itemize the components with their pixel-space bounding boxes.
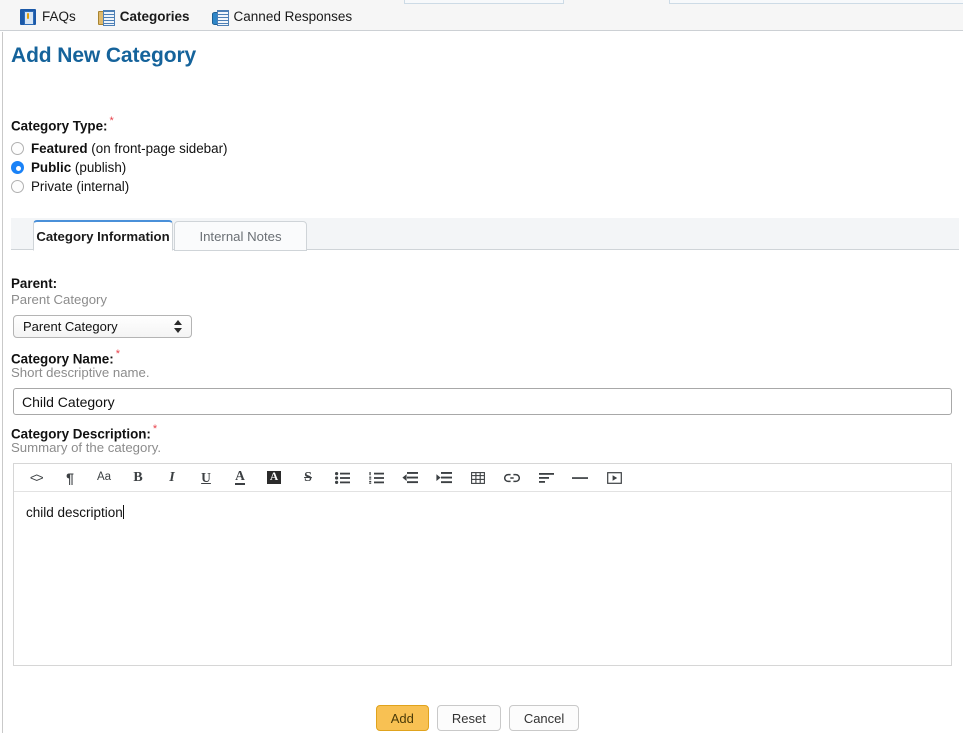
canned-responses-icon — [212, 9, 228, 25]
main-navigation: FAQs Categories Canned Responses — [0, 4, 963, 31]
font-color-icon[interactable]: A — [229, 467, 251, 489]
tab-category-information[interactable]: Category Information — [33, 220, 173, 251]
radio-public-rest: (publish) — [71, 160, 126, 175]
horizontal-rule-icon[interactable] — [569, 467, 591, 489]
ordered-list-icon[interactable] — [365, 467, 387, 489]
parent-select-wrapper: Parent Category — [13, 315, 192, 338]
radio-public-strong: Public — [31, 160, 71, 175]
link-icon[interactable] — [501, 467, 523, 489]
parent-field-label: Parent: — [11, 275, 57, 293]
font-size-icon[interactable]: Aa — [93, 467, 115, 489]
outdent-icon[interactable] — [399, 467, 421, 489]
rich-text-editor: <> ¶ Aa B I U A A S — [13, 463, 952, 666]
radio-option-public[interactable]: Public (publish) — [11, 158, 228, 177]
radio-option-private[interactable]: Private (internal) — [11, 177, 228, 196]
category-description-required-mark: * — [153, 423, 157, 435]
editor-content-text: child description — [26, 505, 123, 520]
nav-item-canned-responses-label: Canned Responses — [234, 10, 353, 24]
text-caret — [123, 505, 124, 519]
categories-binder-icon — [98, 9, 114, 25]
radio-private-indicator[interactable] — [11, 180, 24, 193]
app-window: FAQs Categories Canned Responses Add New… — [0, 0, 963, 733]
tab-internal-notes[interactable]: Internal Notes — [174, 221, 307, 251]
nav-item-faqs[interactable]: FAQs — [20, 4, 76, 31]
tab-internal-notes-label: Internal Notes — [199, 229, 281, 244]
bold-icon[interactable]: B — [127, 467, 149, 489]
radio-private-label: Private (internal) — [31, 179, 129, 194]
strikethrough-icon[interactable]: S — [297, 467, 319, 489]
tab-category-information-label: Category Information — [36, 229, 169, 244]
parent-category-select[interactable]: Parent Category — [13, 315, 192, 338]
faqs-folder-icon — [20, 9, 36, 25]
category-name-hint: Short descriptive name. — [11, 365, 150, 380]
form-tab-strip: Category Information Internal Notes — [11, 218, 959, 250]
indent-icon[interactable] — [433, 467, 455, 489]
category-type-required-mark: * — [109, 115, 113, 127]
page-title: Add New Category — [11, 44, 196, 68]
reset-button[interactable]: Reset — [437, 705, 501, 731]
nav-item-categories-label: Categories — [120, 10, 190, 24]
cancel-button[interactable]: Cancel — [509, 705, 579, 731]
paragraph-icon[interactable]: ¶ — [59, 467, 81, 489]
italic-icon[interactable]: I — [161, 467, 183, 489]
editor-toolbar: <> ¶ Aa B I U A A S — [14, 464, 951, 492]
radio-featured-indicator[interactable] — [11, 142, 24, 155]
nav-item-faqs-label: FAQs — [42, 10, 76, 24]
align-icon[interactable] — [535, 467, 557, 489]
video-embed-icon[interactable] — [603, 467, 625, 489]
editor-content-area[interactable]: child description — [14, 492, 951, 665]
category-type-radio-group: Featured (on front-page sidebar) Public … — [11, 139, 228, 196]
nav-item-canned-responses[interactable]: Canned Responses — [212, 4, 353, 31]
underline-icon[interactable]: U — [195, 467, 217, 489]
parent-field-hint: Parent Category — [11, 292, 107, 307]
radio-featured-strong: Featured — [31, 141, 88, 156]
page-content: Add New Category Category Type:* Feature… — [2, 32, 963, 733]
radio-public-indicator[interactable] — [11, 161, 24, 174]
category-description-hint: Summary of the category. — [11, 440, 161, 455]
parent-label-text: Parent: — [11, 276, 57, 291]
form-actions: Add Reset Cancel — [3, 705, 952, 731]
source-code-icon[interactable]: <> — [25, 467, 47, 489]
category-name-input[interactable] — [13, 388, 952, 415]
add-button[interactable]: Add — [376, 705, 429, 731]
table-icon[interactable] — [467, 467, 489, 489]
unordered-list-icon[interactable] — [331, 467, 353, 489]
category-type-label: Category Type:* — [11, 115, 114, 135]
category-name-required-mark: * — [116, 348, 120, 360]
radio-option-featured[interactable]: Featured (on front-page sidebar) — [11, 139, 228, 158]
radio-featured-rest: (on front-page sidebar) — [88, 141, 228, 156]
highlight-color-icon[interactable]: A — [263, 467, 285, 489]
nav-item-categories[interactable]: Categories — [98, 4, 190, 31]
category-type-label-text: Category Type: — [11, 118, 107, 133]
